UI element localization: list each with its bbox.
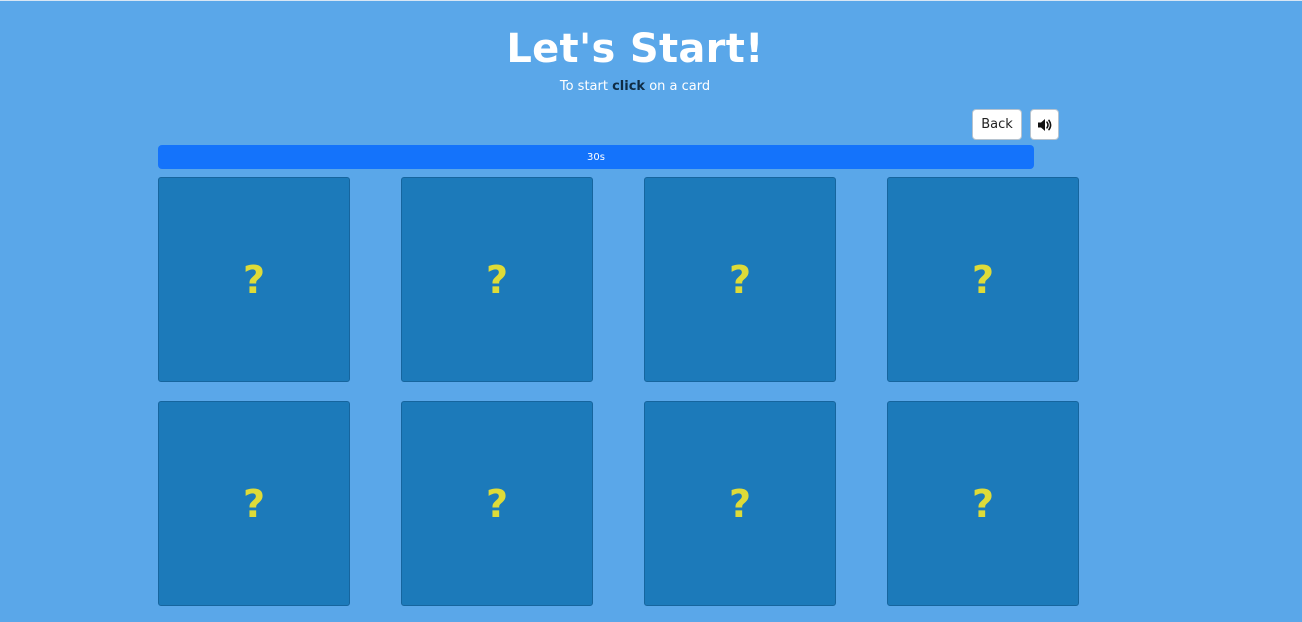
timer-label: 30s [587, 151, 605, 163]
memory-card[interactable]: ? [644, 401, 836, 606]
instructions-prefix: To start [559, 79, 613, 94]
card-question-mark: ? [485, 257, 509, 302]
card-question-mark: ? [485, 481, 509, 526]
instructions-text: To start click on a card [0, 79, 1270, 95]
card-question-mark: ? [728, 257, 752, 302]
memory-card[interactable]: ? [644, 177, 836, 382]
page-title: Let's Start! [506, 26, 764, 72]
timer-progress-fill: 30s [158, 145, 1034, 169]
card-question-mark: ? [728, 481, 752, 526]
memory-card[interactable]: ? [158, 177, 350, 382]
memory-card[interactable]: ? [887, 177, 1079, 382]
instructions-emphasis: click [612, 79, 646, 94]
card-question-mark: ? [971, 257, 995, 302]
sound-toggle-button[interactable] [1030, 109, 1059, 140]
card-question-mark: ? [242, 257, 266, 302]
timer-progress-bar: 30s [158, 145, 1034, 169]
memory-card[interactable]: ? [158, 401, 350, 606]
memory-card[interactable]: ? [401, 401, 593, 606]
card-question-mark: ? [971, 481, 995, 526]
memory-card[interactable]: ? [887, 401, 1079, 606]
instructions-suffix: on a card [645, 79, 711, 94]
memory-card[interactable]: ? [401, 177, 593, 382]
speaker-volume-icon [1037, 118, 1051, 131]
card-question-mark: ? [242, 481, 266, 526]
back-button[interactable]: Back [972, 109, 1022, 140]
